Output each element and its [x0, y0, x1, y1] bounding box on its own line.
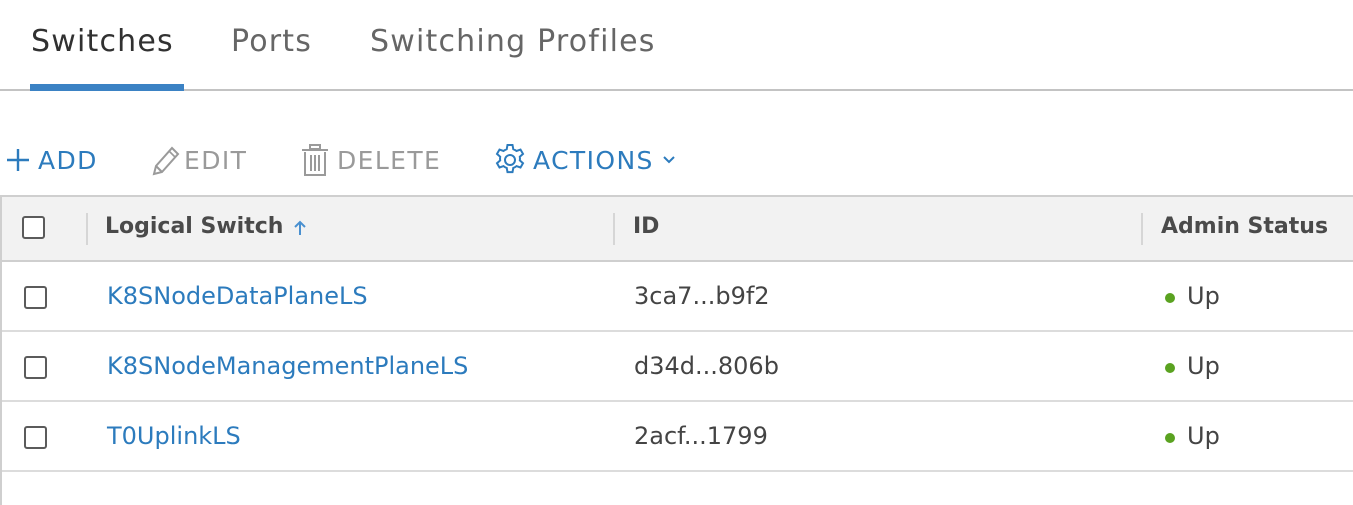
actions-button[interactable]: ACTIONS — [493, 140, 676, 180]
row-checkbox[interactable] — [24, 356, 47, 379]
plus-icon — [4, 146, 32, 174]
active-tab-indicator — [30, 84, 184, 91]
trash-icon — [301, 143, 329, 177]
column-separator — [613, 213, 615, 245]
logical-switch-table: Logical Switch ID Admin Status K8SNodeDa… — [0, 195, 1353, 505]
add-button-label: ADD — [38, 145, 98, 175]
logical-switch-link[interactable]: T0UplinkLS — [107, 422, 241, 450]
switch-id: 2acf...1799 — [634, 422, 768, 450]
edit-button[interactable]: EDIT — [150, 140, 247, 180]
logical-switch-link[interactable]: K8SNodeManagementPlaneLS — [107, 352, 468, 380]
chevron-down-icon — [662, 155, 676, 165]
row-checkbox[interactable] — [24, 286, 47, 309]
sort-ascending-icon[interactable] — [293, 219, 307, 241]
table-row: K8SNodeDataPlaneLS 3ca7...b9f2 Up — [2, 262, 1353, 332]
table-row: T0UplinkLS 2acf...1799 Up — [2, 402, 1353, 472]
table-row: K8SNodeManagementPlaneLS d34d...806b Up — [2, 332, 1353, 402]
column-separator — [86, 213, 88, 245]
actions-button-label: ACTIONS — [533, 145, 654, 175]
select-all-checkbox[interactable] — [22, 216, 45, 239]
table-header: Logical Switch ID Admin Status — [2, 197, 1353, 262]
tab-switches[interactable]: Switches — [31, 24, 174, 59]
delete-button[interactable]: DELETE — [301, 140, 441, 180]
row-checkbox[interactable] — [24, 426, 47, 449]
admin-status: Up — [1165, 352, 1220, 380]
column-header-id[interactable]: ID — [633, 214, 659, 239]
admin-status: Up — [1165, 422, 1220, 450]
admin-status-text: Up — [1187, 282, 1220, 310]
admin-status-text: Up — [1187, 422, 1220, 450]
delete-button-label: DELETE — [337, 145, 442, 175]
switch-id: d34d...806b — [634, 352, 779, 380]
status-up-dot-icon — [1165, 293, 1175, 303]
admin-status: Up — [1165, 282, 1220, 310]
status-up-dot-icon — [1165, 363, 1175, 373]
logical-switch-link[interactable]: K8SNodeDataPlaneLS — [107, 282, 368, 310]
status-up-dot-icon — [1165, 433, 1175, 443]
gear-icon — [493, 143, 527, 177]
column-header-logical-switch[interactable]: Logical Switch — [105, 214, 283, 239]
add-button[interactable]: ADD — [4, 140, 98, 180]
tab-switching-profiles[interactable]: Switching Profiles — [370, 24, 656, 59]
edit-button-label: EDIT — [184, 145, 248, 175]
column-separator — [1141, 213, 1143, 245]
admin-status-text: Up — [1187, 352, 1220, 380]
pencil-icon — [150, 143, 182, 177]
column-header-admin-status[interactable]: Admin Status — [1161, 214, 1328, 239]
switch-id: 3ca7...b9f2 — [634, 282, 770, 310]
tab-ports[interactable]: Ports — [231, 24, 312, 59]
tab-bar: Switches Ports Switching Profiles — [0, 0, 1353, 91]
